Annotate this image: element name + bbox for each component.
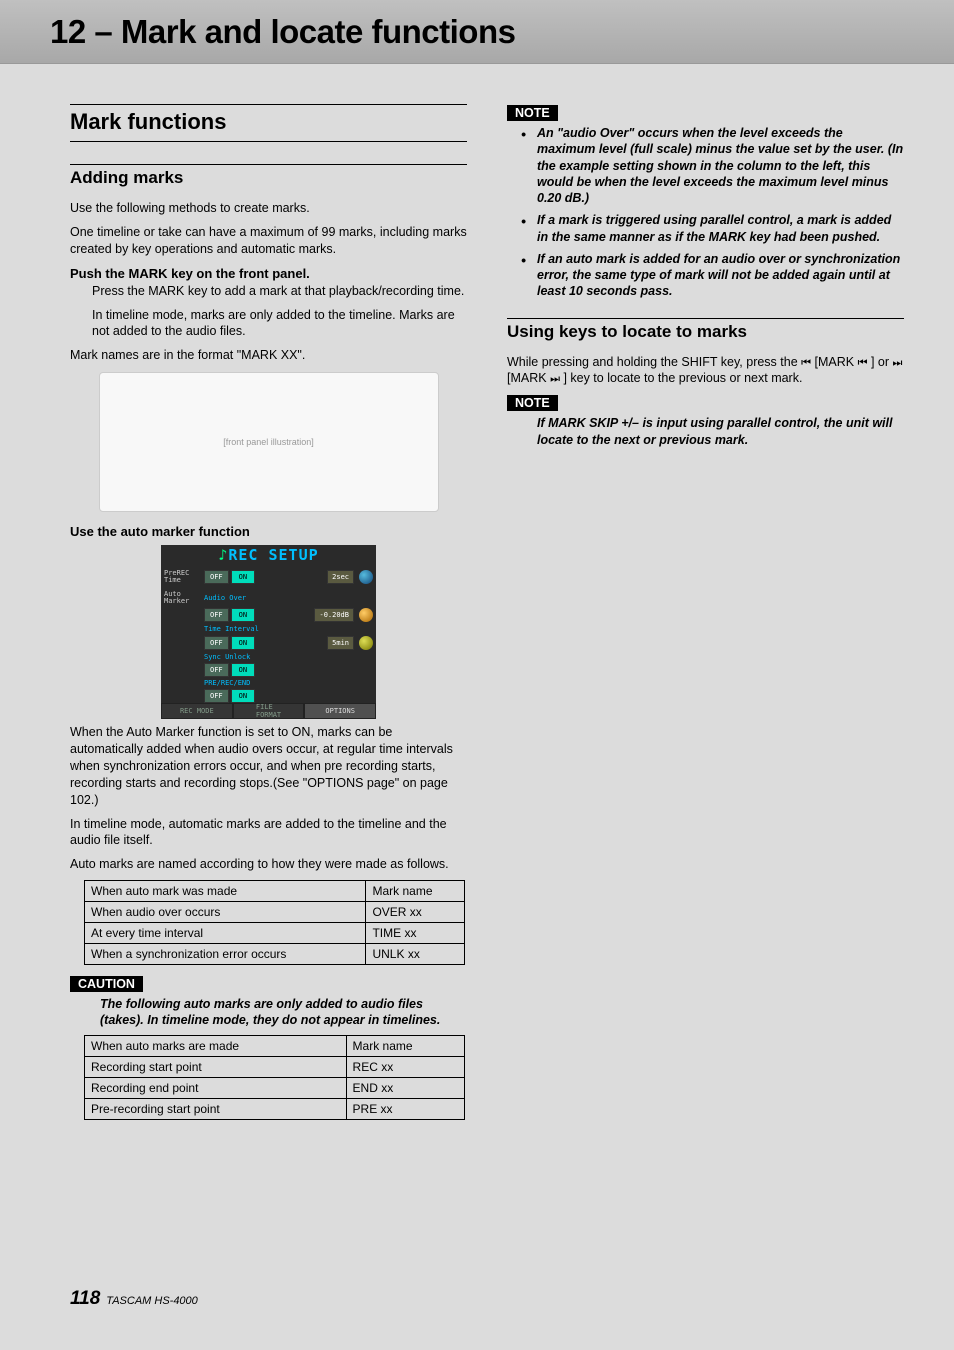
- rec-off-button: OFF: [204, 663, 229, 677]
- table-cell: Recording start point: [85, 1056, 347, 1077]
- left-column: Mark functions Adding marks Use the foll…: [70, 104, 467, 1130]
- rec-sublabel: Time Interval: [204, 625, 259, 633]
- paragraph: Mark names are in the format "MARK XX".: [70, 347, 467, 364]
- paragraph: Use the following methods to create mark…: [70, 200, 467, 217]
- table-row: At every time interval TIME xx: [85, 923, 465, 944]
- page-number: 118: [70, 1288, 100, 1310]
- table-cell: At every time interval: [85, 923, 366, 944]
- skip-forward-icon: ⏭: [550, 372, 560, 387]
- rec-sublabel: Audio Over: [204, 594, 246, 602]
- page-footer: 118 TASCAM HS-4000: [70, 1288, 198, 1310]
- table-cell: Pre-recording start point: [85, 1098, 347, 1119]
- table-header: When auto mark was made: [85, 881, 366, 902]
- subsection-using-keys: Using keys to locate to marks: [507, 318, 904, 346]
- note-item: If a mark is triggered using parallel co…: [525, 212, 904, 245]
- rec-setup-title-text: REC SETUP: [228, 546, 318, 564]
- right-column: NOTE An "audio Over" occurs when the lev…: [507, 104, 904, 1130]
- table-cell: When a synchronization error occurs: [85, 944, 366, 965]
- note-text: If MARK SKIP +/– is input using parallel…: [507, 415, 904, 448]
- bold-heading: Use the auto marker function: [70, 524, 467, 539]
- chapter-title-bar: 12 – Mark and locate functions: [0, 0, 954, 64]
- table-cell: TIME xx: [366, 923, 465, 944]
- knob-icon: [359, 608, 373, 622]
- subsection-adding-marks: Adding marks: [70, 164, 467, 192]
- note-item: An "audio Over" occurs when the level ex…: [525, 125, 904, 206]
- rec-on-button: ON: [231, 636, 255, 650]
- paragraph: When the Auto Marker function is set to …: [70, 724, 467, 808]
- rec-sublabel: PRE/REC/END: [204, 679, 250, 687]
- table-cell: PRE xx: [346, 1098, 465, 1119]
- note-badge: NOTE: [507, 395, 558, 411]
- text-fragment: ] or: [868, 355, 893, 369]
- paragraph: While pressing and holding the SHIFT key…: [507, 354, 904, 388]
- table-cell: REC xx: [346, 1056, 465, 1077]
- paragraph: Press the MARK key to add a mark at that…: [70, 283, 467, 300]
- rec-value: 2sec: [327, 570, 354, 584]
- caution-badge: CAUTION: [70, 976, 143, 992]
- caution-text: The following auto marks are only added …: [70, 996, 467, 1029]
- bold-heading: Push the MARK key on the front panel.: [70, 266, 467, 281]
- rec-setup-figure: ♪REC SETUP PreREC Time OFF ON 2sec Auto …: [161, 545, 376, 710]
- table-header: Mark name: [346, 1035, 465, 1056]
- table-row: Pre-recording start point PRE xx: [85, 1098, 465, 1119]
- table-cell: UNLK xx: [366, 944, 465, 965]
- text-fragment: [MARK: [507, 371, 550, 385]
- table-row: When audio over occurs OVER xx: [85, 902, 465, 923]
- rec-on-button: ON: [231, 608, 255, 622]
- rec-on-button: ON: [231, 663, 255, 677]
- rec-setup-title: ♪REC SETUP: [161, 545, 376, 565]
- rec-tab-active: OPTIONS: [304, 703, 376, 719]
- table-header: When auto marks are made: [85, 1035, 347, 1056]
- table-row: When auto mark was made Mark name: [85, 881, 465, 902]
- paragraph: In timeline mode, automatic marks are ad…: [70, 816, 467, 850]
- table-header: Mark name: [366, 881, 465, 902]
- model-name: TASCAM HS-4000: [106, 1295, 198, 1307]
- skip-back-icon: ⏮: [858, 356, 868, 371]
- knob-icon: [359, 636, 373, 650]
- paragraph: One timeline or take can have a maximum …: [70, 224, 467, 258]
- table-cell: END xx: [346, 1077, 465, 1098]
- rec-off-button: OFF: [204, 636, 229, 650]
- rec-value: 5min: [327, 636, 354, 650]
- chapter-title: 12 – Mark and locate functions: [50, 13, 515, 51]
- rec-tab: REC MODE: [161, 703, 233, 719]
- rec-off-button: OFF: [204, 570, 229, 584]
- rec-label: Auto Marker: [164, 591, 202, 605]
- rec-tab: FILE FORMAT: [233, 703, 305, 719]
- table-row: When auto marks are made Mark name: [85, 1035, 465, 1056]
- rec-on-button: ON: [231, 689, 255, 703]
- text-fragment: ] key to locate to the previous or next …: [560, 371, 802, 385]
- table-row: Recording end point END xx: [85, 1077, 465, 1098]
- rec-on-button: ON: [231, 570, 255, 584]
- table-cell: Recording end point: [85, 1077, 347, 1098]
- text-fragment: [MARK: [811, 355, 858, 369]
- paragraph: In timeline mode, marks are only added t…: [70, 307, 467, 341]
- skip-forward-icon: ⏭: [893, 356, 903, 371]
- front-panel-figure: [front panel illustration]: [99, 372, 439, 512]
- rec-off-button: OFF: [204, 689, 229, 703]
- rec-off-button: OFF: [204, 608, 229, 622]
- table-cell: OVER xx: [366, 902, 465, 923]
- skip-back-icon: ⏮: [801, 356, 811, 371]
- note-list: An "audio Over" occurs when the level ex…: [507, 125, 904, 300]
- table-row: When a synchronization error occurs UNLK…: [85, 944, 465, 965]
- auto-mark-table-1: When auto mark was made Mark name When a…: [84, 880, 465, 965]
- rec-label: PreREC Time: [164, 570, 202, 584]
- rec-sublabel: Sync Unlock: [204, 653, 250, 661]
- text-fragment: While pressing and holding the SHIFT key…: [507, 355, 801, 369]
- table-cell: When audio over occurs: [85, 902, 366, 923]
- section-title-mark-functions: Mark functions: [70, 104, 467, 142]
- table-row: Recording start point REC xx: [85, 1056, 465, 1077]
- auto-mark-table-2: When auto marks are made Mark name Recor…: [84, 1035, 465, 1120]
- content-area: Mark functions Adding marks Use the foll…: [0, 64, 954, 1130]
- knob-icon: [359, 570, 373, 584]
- note-item: If an auto mark is added for an audio ov…: [525, 251, 904, 300]
- note-badge: NOTE: [507, 105, 558, 121]
- rec-value: -0.20dB: [314, 608, 354, 622]
- paragraph: Auto marks are named according to how th…: [70, 856, 467, 873]
